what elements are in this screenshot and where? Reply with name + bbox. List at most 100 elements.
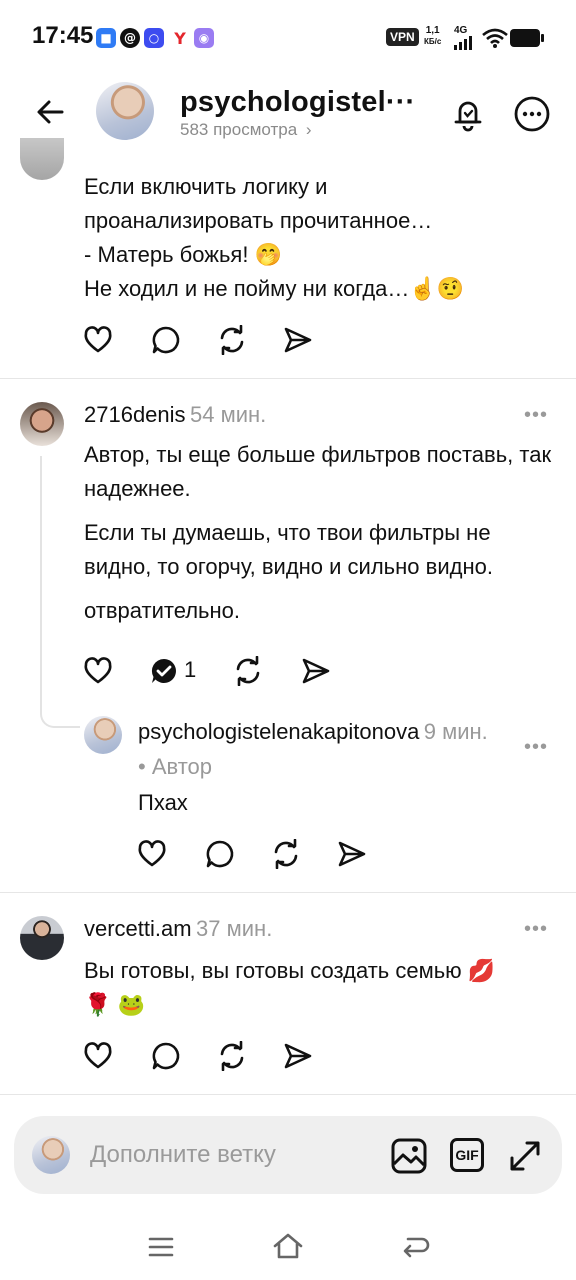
comment-paragraph: Автор, ты еще больше фильтров поставь, т… [84,442,552,501]
nav-back-button[interactable] [398,1230,432,1264]
like-button[interactable] [82,655,114,687]
more-dots-icon: ••• [524,918,549,940]
wifi-icon [482,28,508,48]
expand-icon [510,1141,540,1171]
chevron-right-icon: › [305,120,312,139]
divider [0,892,576,893]
comment-bubble-icon [152,326,180,354]
nav-home-button[interactable] [270,1228,306,1264]
comment-header: vercetti.am 37 мин. [84,916,272,942]
more-dots-icon: ••• [524,404,549,426]
battery-icon [510,29,544,47]
comment-paragraph: отвратительно. [84,598,240,623]
heart-icon [84,1042,112,1069]
like-button[interactable] [82,1040,114,1072]
reply-avatar[interactable] [84,716,122,754]
comment-time: 54 мин. [190,402,267,427]
share-button[interactable] [300,655,332,687]
share-button[interactable] [282,324,314,356]
heart-icon [84,326,112,353]
comment-body: Автор, ты еще больше фильтров поставь, т… [84,438,560,628]
author-badge: • Автор [138,754,212,779]
status-time: 17:45 [32,22,94,49]
comment-line: - Матерь божья! 🤭 [84,242,282,267]
network-type: 4G [454,25,468,36]
expand-button[interactable] [506,1137,544,1175]
comment-line: Не ходил и не пойму ни когда…☝️🤨 [84,276,465,301]
repost-icon [274,839,298,869]
header-avatar[interactable] [96,82,154,140]
divider [0,378,576,379]
repost-icon [220,1041,244,1071]
comment-username[interactable]: 2716denis [84,402,186,427]
image-icon [391,1138,427,1174]
signal-icon [454,36,472,50]
avatar[interactable] [20,138,64,180]
thread-line [40,456,80,728]
home-icon [273,1233,303,1259]
attach-image-button[interactable] [390,1137,428,1175]
comment-body: Если включить логику и проанализировать … [84,170,554,306]
reply-more-button[interactable]: ••• [524,736,548,759]
gif-button[interactable]: GIF [450,1138,484,1172]
repost-button[interactable] [216,324,248,356]
arrow-left-icon [37,100,64,124]
comment-bubble-icon [152,1042,180,1070]
repost-icon [236,656,260,686]
share-button[interactable] [336,838,368,870]
vpn-badge: VPN [386,28,419,46]
replies-count: 1 [184,657,197,682]
more-dots-icon: ••• [524,736,549,758]
reply-button[interactable] [204,838,236,870]
repost-button[interactable] [270,838,302,870]
threads-icon: @ [120,28,140,48]
reply-username[interactable]: psychologistelenakapitonova [138,719,419,744]
reply-text: Пхах [138,790,188,815]
comment-body: Вы готовы, вы готовы создать семью 💋 🌹 🐸 [84,954,560,1022]
bell-icon [454,101,482,132]
send-icon [302,658,330,684]
comment-replied-icon [151,658,176,683]
notify-button[interactable] [448,94,488,134]
repost-icon [220,325,244,355]
net-speed: 1,1 КБ/с [424,25,442,46]
nav-recents-button[interactable] [144,1230,178,1264]
comment-time: 37 мин. [196,916,273,941]
app-notify-icon: ■ [96,28,116,48]
composer-avatar [32,1136,70,1174]
comment-more-button[interactable]: ••• [524,918,548,941]
reply-button[interactable] [150,1040,182,1072]
divider [0,1094,576,1095]
menu-icon [148,1237,174,1257]
more-button[interactable] [512,94,552,134]
more-icon [514,96,550,132]
comment-actions: 1 [82,655,342,689]
comment-line: 🌹 🐸 [84,992,145,1017]
comment-line: Вы готовы, вы готовы создать семью 💋 [84,958,496,983]
app-purple-icon: ◉ [194,28,214,48]
avatar[interactable] [20,916,64,960]
share-button[interactable] [282,1040,314,1072]
comment-bubble-icon [206,840,234,868]
repost-button[interactable] [232,655,264,687]
gif-label: GIF [455,1147,479,1163]
header-views[interactable]: 583 просмотра › [180,120,312,140]
avatar[interactable] [20,402,64,446]
composer-input[interactable]: Дополните ветку [90,1141,276,1169]
replies-button[interactable] [148,655,180,687]
comment-header: 2716denis 54 мин. [84,402,266,428]
heart-icon [84,657,112,684]
comment-more-button[interactable]: ••• [524,404,548,427]
reply-time: 9 мин. [423,719,488,744]
header-username[interactable]: psychologistel··· [180,86,415,119]
comment-username[interactable]: vercetti.am [84,916,192,941]
like-button[interactable] [82,324,114,356]
reply-header: psychologistelenakapitonova 9 мин. • Авт… [138,716,498,786]
reply-actions [136,838,376,872]
repost-button[interactable] [216,1040,248,1072]
back-button[interactable] [32,94,68,130]
reply-button[interactable] [150,324,182,356]
like-button[interactable] [136,838,168,870]
comment-actions [82,1040,322,1074]
comment-line: Если включить логику и [84,174,328,199]
